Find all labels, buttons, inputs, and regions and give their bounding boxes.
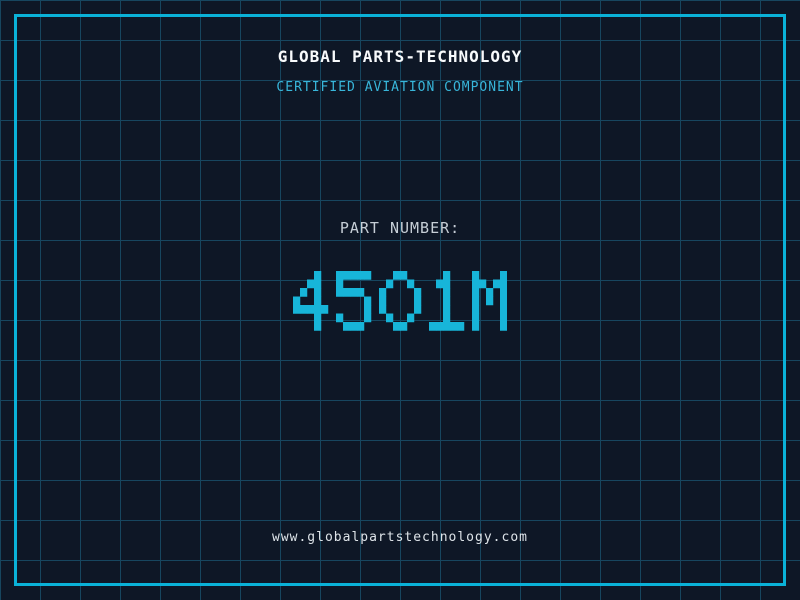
certification-subtitle: CERTIFIED AVIATION COMPONENT [276,80,524,95]
blueprint-grid-background: GLOBAL PARTS-TECHNOLOGY CERTIFIED AVIATI… [0,0,800,600]
brand-title: GLOBAL PARTS-TECHNOLOGY [277,47,523,66]
website-url: www.globalpartstechnology.com [272,530,528,545]
part-number-value [0,271,800,331]
part-number-label: PART NUMBER: [339,219,461,237]
